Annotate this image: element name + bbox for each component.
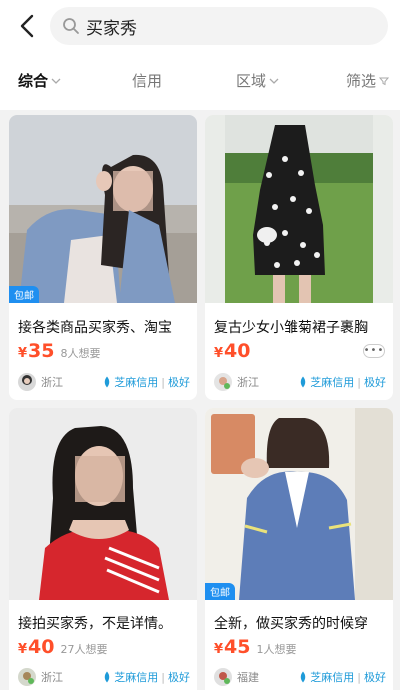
product-price: ¥ 40 27人想要 — [18, 636, 108, 658]
price-value: 45 — [224, 636, 251, 658]
avatar[interactable] — [214, 668, 232, 686]
credit-level: 极好 — [168, 671, 190, 684]
currency-symbol: ¥ — [214, 346, 224, 361]
price-value: 35 — [28, 340, 55, 362]
filter-label: 综合 — [18, 72, 49, 90]
seller-location: 浙江 — [41, 376, 63, 389]
product-card[interactable]: 接拍买家秀，不是详情。 ¥ 40 27人想要 浙江 芝麻信用 | 极好 — [9, 408, 197, 690]
top-bar: 买家秀 — [0, 0, 400, 52]
back-button[interactable] — [12, 10, 42, 42]
filter-label: 区域 — [236, 72, 267, 90]
sesame-credit-icon — [301, 376, 306, 388]
want-count: 27人想要 — [60, 643, 108, 656]
price-value: 40 — [224, 340, 251, 362]
product-title: 接各类商品买家秀、淘宝 — [18, 320, 172, 336]
product-card[interactable]: 包邮 接各类商品买家秀、淘宝 ¥ 35 8人想要 浙江 芝麻信用 | 极好 — [9, 115, 197, 400]
product-photo — [9, 408, 197, 600]
credit-rating: 芝麻信用 | 极好 — [102, 374, 190, 390]
filter-icon — [379, 77, 390, 86]
filter-comprehensive[interactable]: 综合 — [18, 70, 61, 91]
credit-label: 芝麻信用 — [310, 671, 355, 684]
currency-symbol: ¥ — [18, 346, 28, 361]
credit-level: 极好 — [168, 376, 190, 389]
seller-row: 福建 芝麻信用 | 极好 — [214, 668, 386, 686]
product-photo: 包邮 — [205, 408, 393, 600]
avatar[interactable] — [18, 668, 36, 686]
chevron-down-icon — [269, 78, 279, 84]
chevron-down-icon — [51, 78, 61, 84]
filter-bar: 综合 信用 区域 筛选 — [0, 52, 400, 110]
filter-screen[interactable]: 筛选 — [346, 70, 390, 91]
filter-label: 信用 — [132, 72, 163, 90]
filter-region[interactable]: 区域 — [236, 70, 279, 91]
product-price: ¥ 35 8人想要 — [18, 340, 101, 362]
seller-location: 福建 — [237, 671, 259, 684]
product-card[interactable]: 包邮 全新，做买家秀的时候穿 ¥ 45 1人想要 福建 芝麻信用 | 极好 — [205, 408, 393, 690]
seller-location: 浙江 — [41, 671, 63, 684]
avatar[interactable] — [18, 373, 36, 391]
product-price: ¥ 45 1人想要 — [214, 636, 297, 658]
currency-symbol: ¥ — [214, 642, 224, 657]
product-photo — [205, 115, 393, 303]
want-count: 8人想要 — [60, 347, 101, 360]
more-icon: ••• — [363, 345, 385, 356]
seller-location: 浙江 — [237, 376, 259, 389]
more-button[interactable]: ••• — [363, 344, 385, 358]
credit-level: 极好 — [364, 671, 386, 684]
sesame-credit-icon — [301, 671, 306, 683]
credit-label: 芝麻信用 — [114, 376, 159, 389]
sesame-credit-icon — [105, 671, 110, 683]
filter-credit[interactable]: 信用 — [132, 70, 162, 91]
avatar[interactable] — [214, 373, 232, 391]
search-query: 买家秀 — [86, 18, 137, 39]
price-value: 40 — [28, 636, 55, 658]
credit-rating: 芝麻信用 | 极好 — [298, 374, 386, 390]
credit-label: 芝麻信用 — [310, 376, 355, 389]
product-price: ¥ 40 — [214, 340, 251, 362]
credit-rating: 芝麻信用 | 极好 — [298, 669, 386, 685]
credit-label: 芝麻信用 — [114, 671, 159, 684]
sesame-credit-icon — [105, 376, 110, 388]
back-arrow-icon — [20, 14, 34, 38]
product-title: 复古少女小雏菊裙子裹胸 — [214, 320, 368, 336]
free-shipping-badge: 包邮 — [9, 286, 39, 303]
credit-level: 极好 — [364, 376, 386, 389]
search-input[interactable]: 买家秀 — [50, 7, 388, 45]
product-photo: 包邮 — [9, 115, 197, 303]
seller-row: 浙江 芝麻信用 | 极好 — [214, 373, 386, 391]
want-count: 1人想要 — [256, 643, 297, 656]
credit-rating: 芝麻信用 | 极好 — [102, 669, 190, 685]
product-title: 接拍买家秀，不是详情。 — [18, 616, 172, 632]
product-card[interactable]: 复古少女小雏菊裙子裹胸 ¥ 40 ••• 浙江 芝麻信用 | 极好 — [205, 115, 393, 400]
product-title: 全新，做买家秀的时候穿 — [214, 616, 368, 632]
currency-symbol: ¥ — [18, 642, 28, 657]
seller-row: 浙江 芝麻信用 | 极好 — [18, 373, 190, 391]
seller-row: 浙江 芝麻信用 | 极好 — [18, 668, 190, 686]
free-shipping-badge: 包邮 — [205, 583, 235, 600]
search-icon — [63, 18, 79, 34]
filter-label: 筛选 — [346, 72, 377, 90]
